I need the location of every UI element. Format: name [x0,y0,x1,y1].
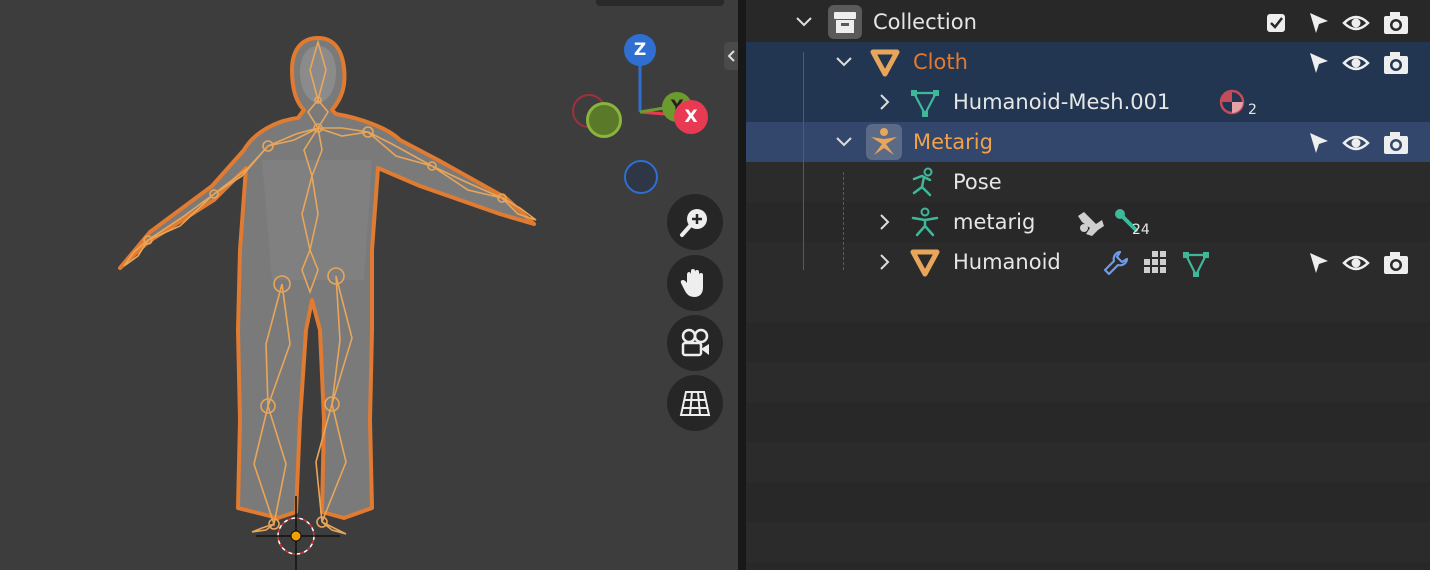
pose-icon [912,167,933,197]
bone-collection-icon[interactable] [1074,208,1106,236]
render-camera-icon[interactable] [1382,49,1410,77]
ortho-toggle-button[interactable] [667,375,723,431]
outliner-item-label: Humanoid [953,250,1061,274]
grid-perspective-icon [679,391,711,416]
mesh-data-icon [911,90,939,117]
outliner[interactable]: Collection Cloth Humanoid-Mesh.001 2 Met… [746,0,1430,570]
exclude-checkbox[interactable] [1262,9,1290,37]
bone-count: 24 [1132,222,1150,238]
selectable-arrow-icon[interactable] [1304,129,1332,157]
mesh-object-icon [870,49,900,77]
armature-object-icon [866,124,902,160]
outliner-item-label: Humanoid-Mesh.001 [953,90,1171,114]
outliner-item-label: Metarig [913,130,993,154]
render-camera-icon[interactable] [1382,9,1410,37]
tree-guide-line [803,52,804,270]
3d-viewport[interactable]: Z Y X [0,0,738,570]
bone-foot-r [321,521,347,535]
chevron-right-icon[interactable] [872,90,896,114]
outliner-row-collection[interactable]: Collection [746,2,1430,42]
material-icon[interactable] [1218,88,1246,116]
sidebar-toggle[interactable] [724,42,738,70]
outliner-row-pose[interactable]: Pose [746,162,1430,202]
outliner-empty-row [746,282,1430,322]
outliner-row-cloth[interactable]: Cloth [746,42,1430,82]
outliner-row-metarig[interactable]: Metarig [746,122,1430,162]
outliner-row-humanoid[interactable]: Humanoid [746,242,1430,282]
camera-view-button[interactable] [667,315,723,371]
chevron-down-icon[interactable] [832,130,856,154]
render-camera-icon[interactable] [1382,129,1410,157]
material-count: 2 [1248,102,1257,118]
tree-guide-line [843,172,845,270]
gizmo-x-axis[interactable]: X [674,100,708,134]
outliner-empty-row [746,362,1430,402]
visibility-eye-icon[interactable] [1342,9,1370,37]
viewport-header-widget[interactable] [596,0,724,6]
render-camera-icon[interactable] [1382,249,1410,277]
gizmo-z-axis[interactable]: Z [624,34,656,66]
outliner-row-mesh-data[interactable]: Humanoid-Mesh.001 2 [746,82,1430,122]
chevron-right-icon[interactable] [872,250,896,274]
pan-hand-icon [680,269,703,297]
visibility-eye-icon[interactable] [1342,49,1370,77]
zoom-button[interactable] [667,194,723,250]
outliner-item-label: Pose [953,170,1002,194]
chevron-left-icon [727,50,735,62]
pan-button[interactable] [667,255,723,311]
outliner-item-label: Cloth [913,50,968,74]
mesh-data-icon[interactable] [1182,249,1210,277]
area-divider[interactable] [738,0,746,570]
chevron-down-icon[interactable] [792,10,816,34]
visibility-eye-icon[interactable] [1342,249,1370,277]
outliner-empty-row [746,522,1430,562]
outliner-item-label: Collection [873,10,977,34]
gizmo-neg-z[interactable] [624,160,658,194]
zoom-icon [680,209,707,237]
collection-icon [828,5,862,39]
armature-data-icon [911,207,939,237]
selectable-arrow-icon[interactable] [1304,9,1332,37]
selectable-arrow-icon[interactable] [1304,49,1332,77]
visibility-eye-icon[interactable] [1342,129,1370,157]
outliner-item-label: metarig [953,210,1036,234]
mesh-object-icon [910,249,940,277]
outliner-empty-row [746,442,1430,482]
viewport-scene [118,0,724,570]
vertex-groups-icon[interactable] [1142,249,1170,277]
selectable-arrow-icon[interactable] [1304,249,1332,277]
chevron-down-icon[interactable] [832,50,856,74]
chevron-right-icon[interactable] [872,210,896,234]
gizmo-neg-y[interactable] [586,102,622,138]
modifier-wrench-icon[interactable] [1102,249,1130,277]
outliner-row-armature-data[interactable]: metarig 24 [746,202,1430,242]
camera-icon [681,328,709,357]
